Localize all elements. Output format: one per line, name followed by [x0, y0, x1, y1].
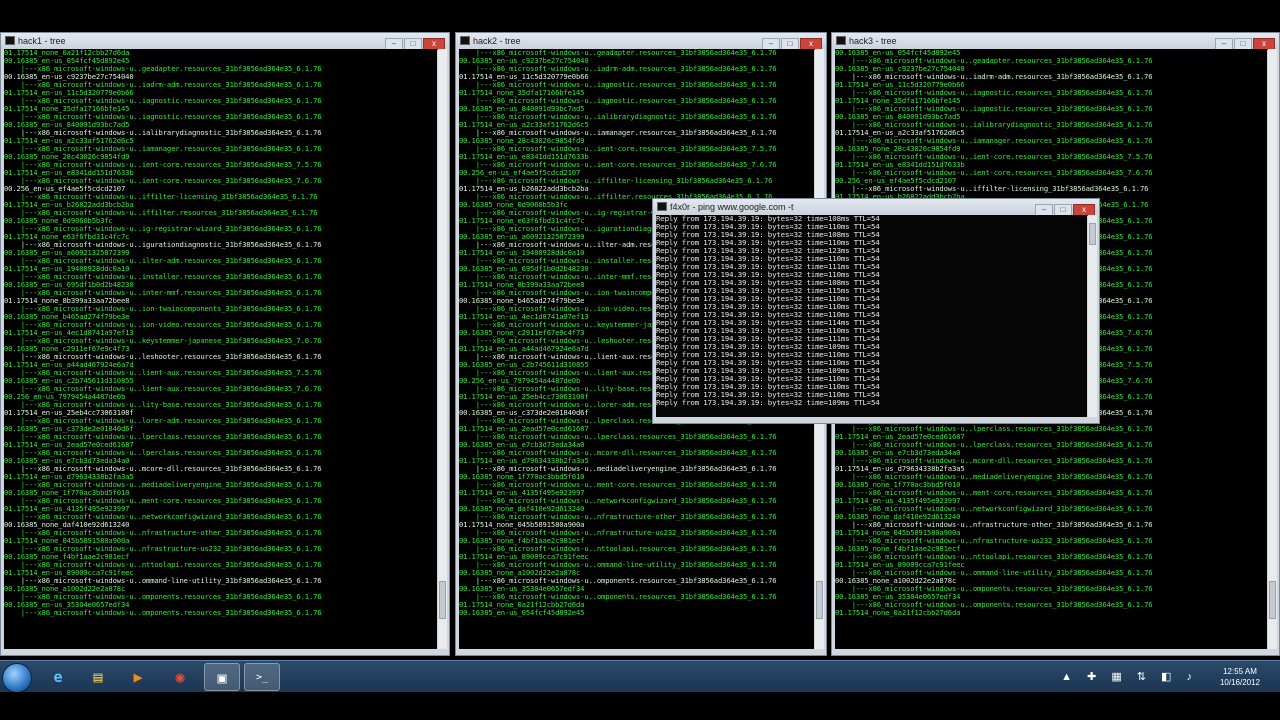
clock-date: 10/16/2012	[1219, 678, 1261, 687]
console-icon	[5, 36, 15, 45]
explorer-icon[interactable]: ▤	[80, 663, 116, 691]
console-icon	[836, 36, 846, 45]
console-output[interactable]: 01.17514_none_0a21f12cbb27d6da 00.16385_e…	[4, 49, 437, 649]
window-title: hack3 - tree	[849, 36, 897, 46]
cmd-icon[interactable]: >_	[244, 663, 280, 691]
title-bar[interactable]: f4x0r - ping www.google.com -t – □ x	[653, 199, 1099, 216]
media-player-icon[interactable]: ▶	[120, 663, 156, 691]
tree-output-line: |---x86_microsoft-windows-u..omponents.r…	[4, 608, 322, 617]
title-bar[interactable]: hack3 - tree – □ x	[832, 33, 1279, 50]
console-icon	[657, 202, 667, 211]
clock-time: 12:55 AM	[1223, 667, 1257, 676]
window-title: f4x0r - ping www.google.com -t	[670, 202, 794, 212]
ping-reply-line: Reply from 173.194.39.19: bytes=32 time=…	[656, 398, 880, 407]
taskbar: e ▤ ▶ ◉ ▣ >_ ▲ ✚ ▦ ⇅ ◧ ♪ 12:55 AM 10/16/…	[0, 660, 1280, 693]
scroll-thumb[interactable]	[1269, 581, 1276, 619]
title-bar[interactable]: hack1 - tree – □ x	[1, 33, 449, 50]
tray-icons[interactable]: ▲ ✚ ▦ ⇅ ◧ ♪	[1061, 670, 1198, 683]
letterbox-bar	[0, 692, 1280, 720]
terminal-window-hack1[interactable]: hack1 - tree – □ x 01.17514_none_0a21f12cb…	[0, 32, 450, 656]
chrome-icon[interactable]: ◉	[162, 663, 198, 691]
scroll-thumb[interactable]	[439, 581, 446, 619]
scroll-thumb[interactable]	[816, 581, 823, 619]
clock[interactable]: 12:55 AM 10/16/2012	[1210, 666, 1270, 688]
vertical-scrollbar[interactable]	[1088, 215, 1097, 417]
tree-output-line: 01.17514_none_0a21f12cbb27d6da	[835, 608, 961, 617]
scroll-thumb[interactable]	[1089, 223, 1096, 245]
vertical-scrollbar[interactable]	[438, 49, 447, 649]
start-button[interactable]	[2, 663, 32, 693]
tree-output-line: 00.16385_en-us_054fcf45d892e45	[459, 608, 585, 617]
ping-output[interactable]: Reply from 173.194.39.19: bytes=32 time=…	[656, 215, 1087, 417]
title-bar[interactable]: hack2 - tree – □ x	[456, 33, 826, 50]
console-window-icon[interactable]: ▣	[204, 663, 240, 691]
ping-console-window[interactable]: f4x0r - ping www.google.com -t – □ x Reply…	[652, 198, 1100, 424]
vertical-scrollbar[interactable]	[1268, 49, 1277, 649]
window-title: hack1 - tree	[18, 36, 66, 46]
window-title: hack2 - tree	[473, 36, 521, 46]
ie-icon[interactable]: e	[40, 663, 76, 691]
console-icon	[460, 36, 470, 45]
